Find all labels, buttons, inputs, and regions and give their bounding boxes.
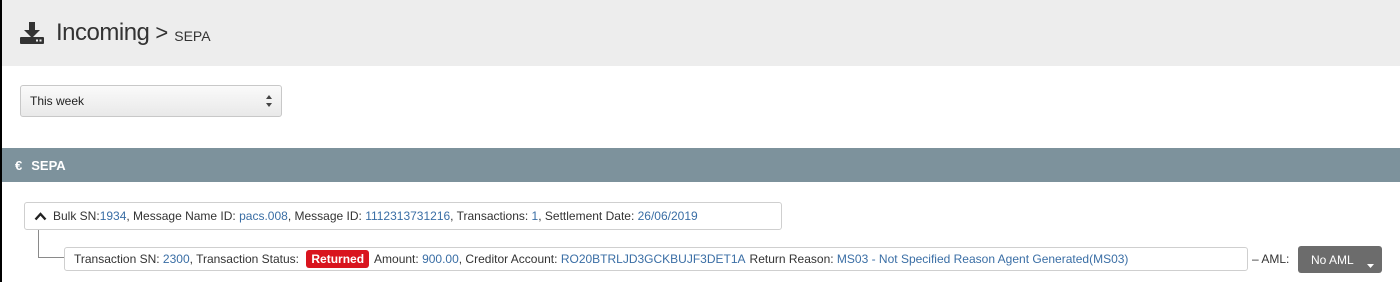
bulk-node[interactable]: Bulk SN: 1934 , Message Name ID: pacs.00…	[24, 202, 782, 230]
transactions-value: 1	[531, 209, 539, 223]
euro-icon: €	[15, 157, 23, 173]
status-badge: Returned	[306, 250, 370, 268]
message-name-id-value: pacs.008	[239, 209, 288, 223]
period-select-value: This week	[30, 94, 85, 108]
aml-button-label: No AML	[1311, 252, 1354, 267]
transaction-node[interactable]: Transaction SN: 2300 , Transaction Statu…	[64, 247, 1248, 271]
transaction-status-label: , Transaction Status:	[189, 252, 303, 266]
caret-down-icon	[1367, 257, 1374, 271]
download-icon	[20, 20, 48, 46]
creditor-account-value: RO20BTRLJD3GCKBUJF3DET1A	[560, 252, 746, 266]
aml-dropdown-button[interactable]: No AML	[1298, 246, 1382, 273]
filter-row: This week	[2, 66, 1400, 148]
settlement-date-label: , Settlement Date:	[538, 209, 638, 223]
bulk-sn-value: 1934	[99, 209, 127, 223]
tree-connector	[38, 230, 39, 257]
section-title: SEPA	[31, 157, 66, 173]
settlement-date-value: 26/06/2019	[637, 209, 698, 223]
bulk-sn-label: Bulk SN:	[53, 209, 100, 223]
amount-value: 900.00	[422, 252, 459, 266]
page-title: Incoming	[56, 19, 150, 46]
transaction-sn-value: 2300	[162, 252, 190, 266]
select-arrows-icon	[265, 94, 273, 108]
breadcrumb-separator: >	[155, 20, 169, 45]
amount-label: Amount:	[374, 252, 423, 266]
message-id-value: 1112313731216	[365, 209, 451, 223]
tree-connector	[38, 257, 64, 258]
return-reason-value: MS03 - Not Specified Reason Agent Genera…	[836, 252, 1129, 266]
aml-label: – AML:	[1252, 252, 1290, 266]
message-name-label: , Message Name ID:	[126, 209, 240, 223]
transactions-label: , Transactions:	[450, 209, 532, 223]
page-subtitle: SEPA	[174, 28, 211, 44]
creditor-account-label: , Creditor Account:	[458, 252, 561, 266]
page-header: Incoming > SEPA	[2, 0, 1400, 66]
transaction-sn-label: Transaction SN:	[74, 252, 163, 266]
return-reason-label: Return Reason:	[749, 252, 837, 266]
message-id-label: , Message ID:	[287, 209, 366, 223]
section-header-sepa: € SEPA	[2, 148, 1400, 182]
period-select[interactable]: This week	[20, 85, 282, 117]
message-tree: Bulk SN: 1934 , Message Name ID: pacs.00…	[2, 182, 1400, 282]
chevron-up-icon[interactable]	[34, 211, 48, 221]
